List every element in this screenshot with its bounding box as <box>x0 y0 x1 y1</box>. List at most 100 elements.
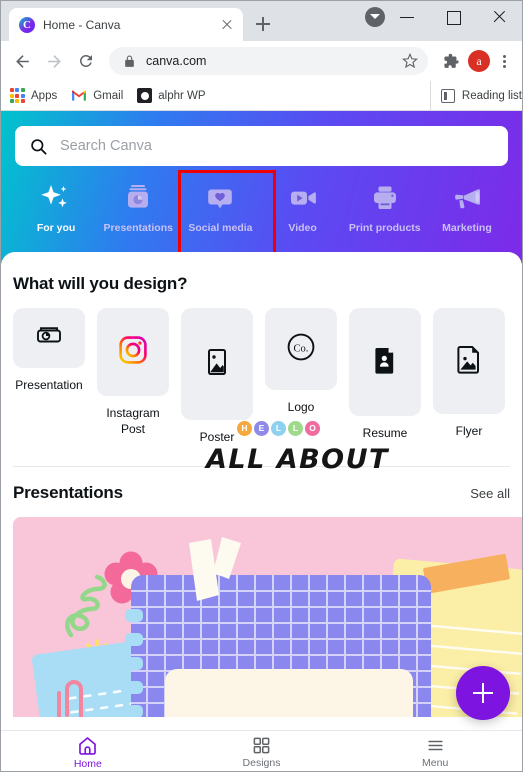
window-controls <box>384 1 522 33</box>
lock-icon <box>123 55 136 68</box>
hello-letter: H <box>237 421 252 436</box>
megaphone-icon <box>450 183 484 213</box>
reload-icon[interactable] <box>71 46 101 76</box>
minimize-icon[interactable] <box>384 1 430 33</box>
kebab-menu-icon[interactable] <box>492 49 516 73</box>
bookmark-apps[interactable]: Apps <box>9 88 57 104</box>
nav-item-marketing[interactable]: Marketing <box>426 178 508 234</box>
presentation-icon <box>35 323 63 354</box>
bookmark-label: alphr WP <box>158 89 206 102</box>
design-type-card[interactable] <box>349 308 421 416</box>
tab-close-icon[interactable] <box>219 17 235 33</box>
heart-bubble-icon <box>203 183 237 213</box>
canva-header: For you Presentations <box>1 111 522 264</box>
browser-tab[interactable]: Home - Canva <box>9 8 243 41</box>
hamburger-icon <box>425 736 446 755</box>
hello-letter: L <box>288 421 303 436</box>
bottom-navigation: Home Designs Menu <box>1 730 522 771</box>
bottom-nav-designs[interactable]: Designs <box>175 731 349 771</box>
nav-label: For you <box>36 222 76 234</box>
tab-strip: Home - Canva <box>1 1 522 41</box>
bookmarks-bar: Apps Gmail alphr WP Reading list <box>1 81 522 111</box>
canva-content: What will you design? Presentation Insta… <box>1 252 522 771</box>
design-type-resume[interactable]: Resume <box>349 308 421 441</box>
bookmark-gmail[interactable]: Gmail <box>71 89 123 102</box>
alphr-wp-icon <box>137 88 153 103</box>
design-type-label: Logo <box>287 400 315 414</box>
nav-item-video[interactable]: Video <box>262 178 344 234</box>
poster-icon <box>204 347 230 382</box>
maximize-icon[interactable] <box>430 1 476 33</box>
bookmark-label: Gmail <box>93 89 124 102</box>
browser-window: Home - Canva canva.com <box>0 0 523 772</box>
canva-favicon <box>19 16 35 33</box>
presentations-title: Presentations <box>13 483 123 502</box>
browser-toolbar: canva.com a <box>1 41 522 81</box>
profile-avatar[interactable]: a <box>468 50 490 72</box>
design-type-flyer[interactable]: Flyer <box>433 308 505 439</box>
design-type-card[interactable] <box>181 308 253 420</box>
create-design-fab-button[interactable] <box>456 666 510 720</box>
nav-label: Presentations <box>103 222 173 234</box>
template-headline: ALL ABOUT <box>206 444 389 475</box>
flyer-icon <box>456 344 482 379</box>
design-type-label: Flyer <box>455 424 483 438</box>
design-type-card[interactable] <box>97 308 169 396</box>
design-type-label: Instagram Post <box>106 406 160 437</box>
search-icon <box>29 137 48 156</box>
category-nav: For you Presentations Social media Video… <box>15 170 508 256</box>
reading-list-label: Reading list <box>461 90 522 102</box>
puzzle-icon[interactable] <box>436 46 466 76</box>
nav-label: Marketing <box>442 222 492 234</box>
tab-title: Home - Canva <box>43 17 121 32</box>
bottom-nav-menu[interactable]: Menu <box>348 731 522 771</box>
design-type-label: Resume <box>362 426 408 440</box>
hello-letter: L <box>271 421 286 436</box>
nav-item-for-you[interactable]: For you <box>15 178 97 234</box>
search-bar[interactable] <box>15 126 508 166</box>
design-type-card[interactable] <box>13 308 85 368</box>
design-type-list: Presentation Instagram Post Poster Co. L… <box>1 294 522 462</box>
address-bar[interactable]: canva.com <box>109 47 428 75</box>
bottom-nav-label: Menu <box>422 757 449 769</box>
bookmark-label: Apps <box>31 89 58 102</box>
design-type-logo[interactable]: Co. Logo <box>265 308 337 415</box>
see-all-link[interactable]: See all <box>470 486 510 501</box>
template-card[interactable] <box>13 517 522 717</box>
home-icon <box>77 735 98 756</box>
design-type-label: Poster <box>199 430 235 444</box>
back-arrow-icon[interactable] <box>7 46 37 76</box>
hello-letter: O <box>305 421 320 436</box>
printer-icon <box>368 183 402 213</box>
resume-icon <box>373 345 397 380</box>
apps-grid-icon <box>9 88 25 104</box>
nav-label: Print products <box>348 222 421 234</box>
design-type-card[interactable] <box>433 308 505 414</box>
nav-item-presentations[interactable]: Presentations <box>97 178 179 234</box>
close-icon[interactable] <box>476 1 522 33</box>
nav-item-print-products[interactable]: Print products <box>344 178 426 234</box>
projector-icon <box>121 183 155 213</box>
video-camera-icon <box>286 183 320 213</box>
search-input[interactable] <box>60 138 494 154</box>
design-type-card[interactable]: Co. <box>265 308 337 390</box>
logo-circle-icon: Co. <box>285 331 317 368</box>
bottom-nav-home[interactable]: Home <box>1 731 175 771</box>
tab-search-chevron-down-icon[interactable] <box>365 7 385 27</box>
sparkle-icon <box>39 183 73 213</box>
reading-list-button[interactable]: Reading list <box>429 81 522 111</box>
bookmark-alphr-wp[interactable]: alphr WP <box>137 88 206 103</box>
address-bar-url: canva.com <box>146 54 207 68</box>
design-type-instagram-post[interactable]: Instagram Post <box>97 308 169 437</box>
reading-list-icon <box>440 89 455 103</box>
bottom-nav-label: Designs <box>242 757 281 769</box>
nav-item-social-media[interactable]: Social media <box>179 178 261 234</box>
canva-page: For you Presentations <box>1 111 522 771</box>
hello-letter: E <box>254 421 269 436</box>
star-icon[interactable] <box>402 53 418 69</box>
design-type-presentation[interactable]: Presentation <box>13 308 85 393</box>
design-section-title: What will you design? <box>13 274 188 293</box>
instagram-icon <box>118 335 148 370</box>
new-tab-button[interactable] <box>249 10 277 38</box>
design-type-label: Presentation <box>15 378 83 392</box>
